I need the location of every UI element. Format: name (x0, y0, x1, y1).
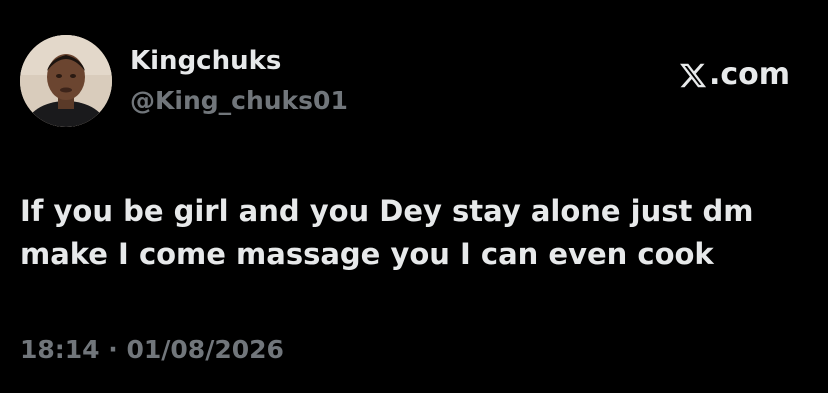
x-brand-link: .com (678, 56, 790, 94)
author-display-name[interactable]: Kingchuks (130, 44, 281, 78)
avatar-image (20, 35, 112, 127)
author-handle[interactable]: @King_chuks01 (130, 84, 348, 118)
tweet-card: Kingchuks @King_chuks01 .com If you be g… (0, 0, 828, 393)
tweet-text: If you be girl and you Dey stay alone ju… (20, 194, 754, 271)
tweet-timestamp[interactable]: 18:14 · 01/08/2026 (20, 333, 284, 367)
brand-domain: .com (708, 57, 790, 92)
avatar[interactable] (20, 35, 112, 127)
x-logo-icon (678, 61, 708, 90)
